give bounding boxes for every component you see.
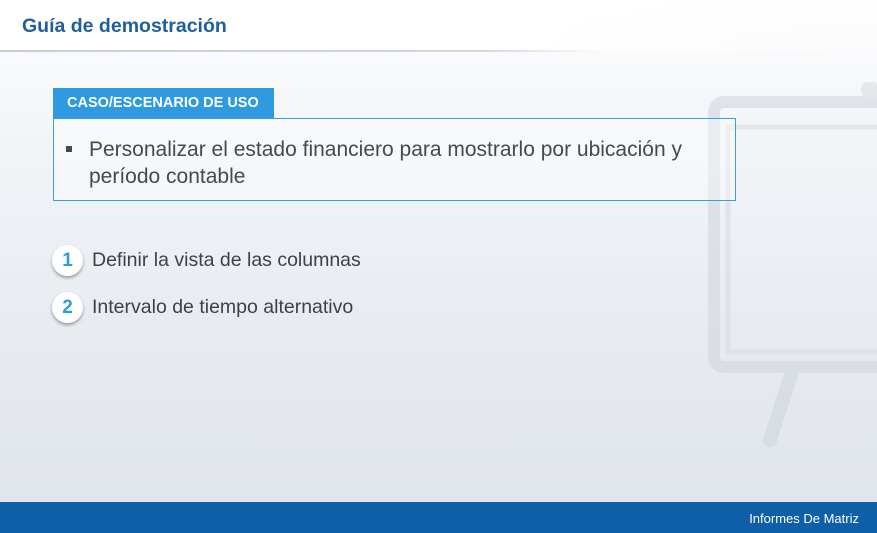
footer-label: Informes De Matriz bbox=[749, 511, 859, 526]
case-scenario-box: Personalizar el estado financiero para m… bbox=[53, 118, 736, 201]
footer-bar: Informes De Matriz bbox=[0, 502, 877, 533]
bullet-square-icon bbox=[66, 146, 72, 152]
step-number-badge: 2 bbox=[52, 292, 83, 323]
slide: Guía de demostración CASO/ESCENARIO DE U… bbox=[0, 0, 877, 533]
step-number-badge: 1 bbox=[52, 245, 83, 276]
case-scenario-tag: CASO/ESCENARIO DE USO bbox=[53, 88, 274, 119]
header-divider bbox=[0, 50, 610, 52]
step-label: Intervalo de tiempo alternativo bbox=[92, 296, 354, 318]
header: Guía de demostración bbox=[0, 0, 877, 52]
case-scenario-text: Personalizar el estado financiero para m… bbox=[89, 138, 682, 188]
page-title: Guía de demostración bbox=[22, 15, 227, 37]
step-label: Definir la vista de las columnas bbox=[92, 249, 361, 271]
